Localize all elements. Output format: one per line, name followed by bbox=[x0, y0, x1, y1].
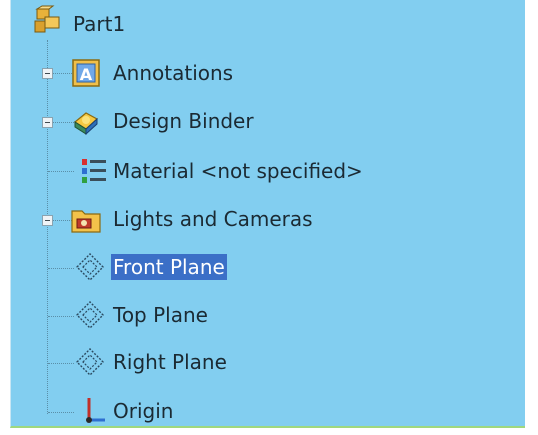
front-plane-icon bbox=[73, 250, 107, 284]
expand-design-binder-button[interactable] bbox=[42, 117, 53, 128]
tree-item-origin[interactable]: Origin bbox=[111, 398, 175, 424]
tree-root-label[interactable]: Part1 bbox=[71, 11, 127, 37]
annotations-icon: A bbox=[69, 56, 103, 90]
tree-item-material[interactable]: Material <not specified> bbox=[111, 158, 365, 184]
right-plane-icon bbox=[73, 345, 107, 379]
material-icon bbox=[77, 154, 111, 188]
tree-item-right-plane[interactable]: Right Plane bbox=[111, 349, 229, 375]
tree-connector bbox=[48, 268, 74, 269]
expand-annotations-button[interactable] bbox=[42, 68, 53, 79]
design-binder-icon bbox=[69, 105, 103, 139]
top-plane-icon bbox=[73, 298, 107, 332]
origin-icon bbox=[77, 394, 111, 428]
tree-connector bbox=[48, 412, 74, 413]
tree-connector bbox=[48, 363, 74, 364]
tree-item-top-plane[interactable]: Top Plane bbox=[111, 302, 210, 328]
tree-item-lights-and-cameras[interactable]: Lights and Cameras bbox=[111, 206, 315, 232]
part-icon bbox=[31, 4, 65, 38]
tree-item-design-binder[interactable]: Design Binder bbox=[111, 108, 256, 134]
tree-item-front-plane[interactable]: Front Plane bbox=[111, 254, 227, 280]
tree-connector bbox=[48, 316, 74, 317]
tree-item-annotations[interactable]: Annotations bbox=[111, 60, 235, 86]
lights-cameras-folder-icon bbox=[69, 203, 103, 237]
svg-text:A: A bbox=[80, 65, 93, 84]
feature-manager-tree: Part1 A Annotations Design Binder Materi… bbox=[10, 0, 525, 428]
tree-connector bbox=[48, 171, 74, 172]
expand-lights-cameras-button[interactable] bbox=[42, 215, 53, 226]
tree-connector-line bbox=[47, 40, 48, 414]
